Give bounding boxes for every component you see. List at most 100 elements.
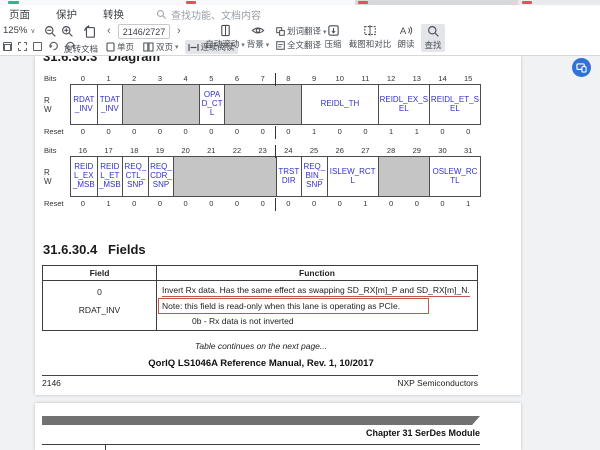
bit-value: 0 xyxy=(224,127,250,136)
zoom-in-icon[interactable] xyxy=(61,25,74,38)
bit-value: 0 xyxy=(224,199,250,208)
bit-value: 19 xyxy=(147,146,173,155)
tab-favicon-mark xyxy=(522,1,532,4)
zoom-out-icon[interactable] xyxy=(44,25,57,38)
continued-table-top xyxy=(42,444,480,450)
bit-value: 20 xyxy=(173,146,199,155)
pdf-page-2146: 31.6.30.3 Diagram Bits 01234567891011121… xyxy=(35,56,521,395)
bit-value: 0 xyxy=(276,199,302,208)
bit-value: 0 xyxy=(70,199,96,208)
field-reidl_th: REIDL_TH xyxy=(301,85,378,124)
bit-value: 1 xyxy=(96,74,122,83)
read-aloud-icon: A xyxy=(399,24,413,37)
reset-values-row: 0000000001001100 xyxy=(70,125,481,137)
bit-value: 0 xyxy=(250,199,276,208)
bits-label: Bits xyxy=(44,146,70,155)
rotate-document-icon[interactable] xyxy=(82,24,98,39)
field-req_ctl_snp: REQ_ CTL_ SNP xyxy=(122,157,148,196)
bit-value: 0 xyxy=(121,199,147,208)
read-write-label: RW xyxy=(44,165,70,189)
menu-protect[interactable]: 保护 xyxy=(56,7,77,22)
translate-group: 划词翻译 ▾ 全文翻译 xyxy=(276,25,326,51)
full-translate-button[interactable]: 全文翻译 xyxy=(276,39,326,51)
field-cell-rdat-inv: 0 RDAT_INV xyxy=(43,281,156,330)
menu-convert[interactable]: 转换 xyxy=(103,7,124,22)
bit-value: 5 xyxy=(198,74,224,83)
compress-icon xyxy=(327,24,340,37)
next-page-icon[interactable]: › xyxy=(177,25,181,38)
global-search-input[interactable]: 查找功能、文档内容 xyxy=(156,7,261,22)
bit-value: 14 xyxy=(430,74,456,83)
bit-value: 1 xyxy=(378,127,404,136)
bit-value: 1 xyxy=(96,199,122,208)
menu-page[interactable]: 页面 xyxy=(9,7,30,22)
bit-value: 0 xyxy=(70,127,96,136)
document-viewport[interactable]: 31.6.30.3 Diagram Bits 01234567891011121… xyxy=(0,56,600,450)
bits-label: Bits xyxy=(44,74,70,83)
bit-value: 1 xyxy=(353,199,379,208)
reserved-field xyxy=(122,85,199,124)
field-islew_rctl: ISLEW_RCT L xyxy=(327,157,378,196)
zoom-level-select[interactable]: 125%∨ xyxy=(3,25,35,36)
bit-value: 26 xyxy=(327,146,353,155)
toolbar: 125%∨ 旋转文档 ‹ 2146/2727 › xyxy=(0,23,600,55)
bit-value: 23 xyxy=(250,146,276,155)
fit-width-icon[interactable] xyxy=(3,42,12,51)
double-page-icon xyxy=(143,42,154,52)
double-page-button[interactable]: 双页 ▾ xyxy=(140,40,182,54)
bit-value: 27 xyxy=(353,146,379,155)
float-assistant-button[interactable] xyxy=(572,58,591,77)
auto-scroll-button[interactable]: 自动滚动 ▾ xyxy=(207,24,243,50)
background-button[interactable]: 背景 ▾ xyxy=(244,24,272,50)
bit-value: 3 xyxy=(147,74,173,83)
page-number: 2146 xyxy=(42,378,61,388)
fit-visible-icon[interactable] xyxy=(18,42,27,51)
register-diagram-bits-0-15: Bits 0123456789101112131415 RW RDAT _INV… xyxy=(44,72,481,137)
find-button[interactable]: 查找 xyxy=(421,24,445,52)
bit-value: 10 xyxy=(327,74,353,83)
field-value-description: 0b - Rx data is not inverted xyxy=(162,316,475,327)
reset-label: Reset xyxy=(44,127,70,136)
reset-label: Reset xyxy=(44,199,70,208)
screenshot-compare-button[interactable]: 截图和对比 xyxy=(349,24,391,50)
bit-value: 29 xyxy=(404,146,430,155)
bit-value: 2 xyxy=(121,74,147,83)
reserved-field xyxy=(378,157,429,196)
continuous-read-icon xyxy=(188,43,199,52)
bit-value: 1 xyxy=(455,199,481,208)
word-translate-button[interactable]: 划词翻译 ▾ xyxy=(276,25,326,37)
bit-value: 0 xyxy=(147,127,173,136)
app-chrome: 页面 保护 转换 查找功能、文档内容 125%∨ xyxy=(0,0,600,56)
fields-table: Field Function 0 RDAT_INV Invert Rx data… xyxy=(42,265,478,331)
bit-value: 30 xyxy=(430,146,456,155)
bit-value: 0 xyxy=(327,127,353,136)
rotate-left-icon[interactable] xyxy=(48,41,59,51)
register-diagram-bits-16-31: Bits 16171819202122232425262728293031 RW… xyxy=(44,144,481,209)
menu-bar: 页面 保护 转换 查找功能、文档内容 xyxy=(0,5,600,23)
single-page-icon xyxy=(106,42,115,52)
page-number-input[interactable]: 2146/2727 xyxy=(118,24,170,39)
word-translate-icon xyxy=(276,27,285,36)
bit-value: 4 xyxy=(173,74,199,83)
rotate-document-label[interactable]: 旋转文档 xyxy=(64,43,98,55)
bit-value: 0 xyxy=(430,199,456,208)
bit-value: 0 xyxy=(327,199,353,208)
column-header-field: Field xyxy=(43,266,156,280)
page-footer: 2146 NXP Semiconductors xyxy=(42,378,478,388)
find-icon xyxy=(427,25,440,38)
single-page-button[interactable]: 单页 xyxy=(103,40,137,54)
bit-value: 9 xyxy=(301,74,327,83)
highlighted-sentence: Invert Rx data. Has the same effect as s… xyxy=(162,285,470,297)
read-aloud-button[interactable]: A 朗读 xyxy=(394,24,418,50)
field-cells-row: RDAT _INVTDAT _INVOPA D_CT LREIDL_THREID… xyxy=(70,84,481,125)
bit-value: 0 xyxy=(378,199,404,208)
bit-value: 0 xyxy=(430,127,456,136)
previous-page-icon[interactable]: ‹ xyxy=(107,25,111,38)
bit-value: 8 xyxy=(276,74,302,83)
compress-button[interactable]: 压缩 xyxy=(320,24,346,50)
table-continues-note: Table continues on the next page... xyxy=(35,341,487,351)
bit-value: 11 xyxy=(353,74,379,83)
field-reidl_ex_sel: REIDL_EX_S EL xyxy=(378,85,429,124)
bit-value: 6 xyxy=(224,74,250,83)
actual-size-icon[interactable] xyxy=(33,42,42,51)
